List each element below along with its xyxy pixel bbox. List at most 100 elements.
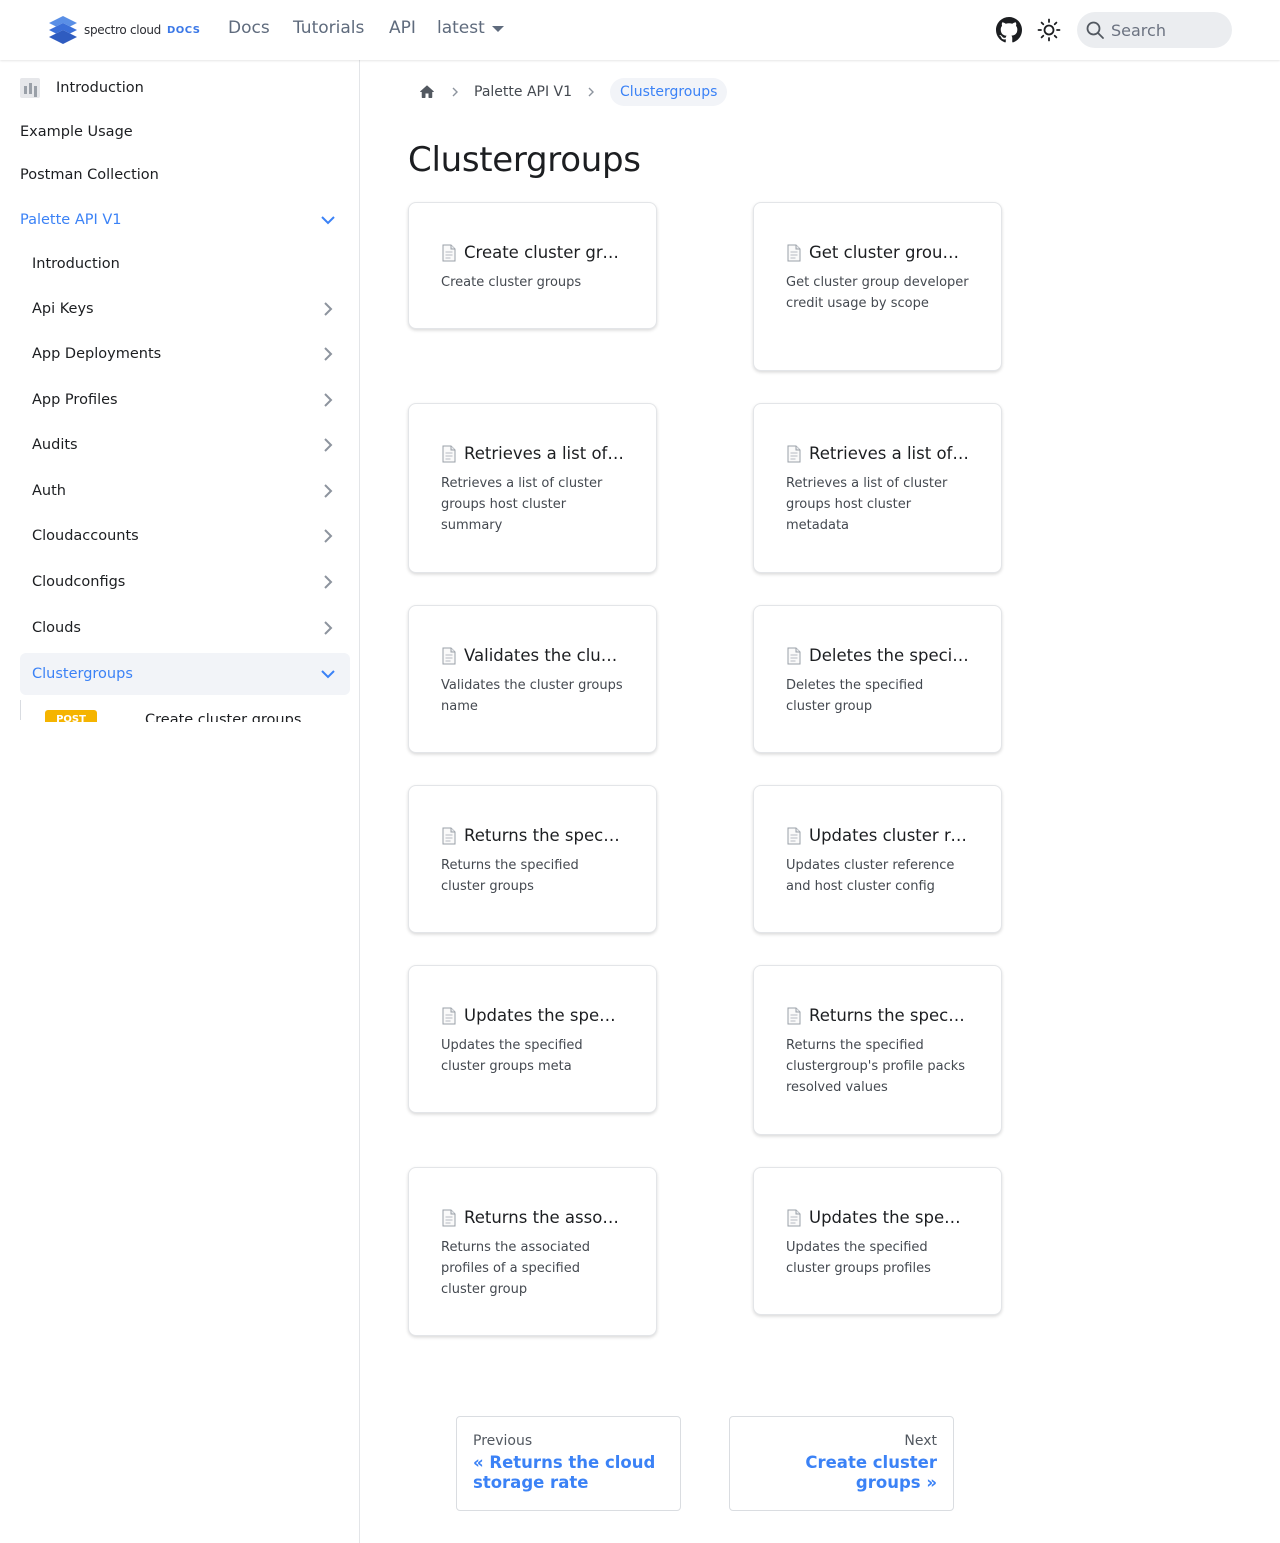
doc-card-title: Create cluster groups <box>441 243 624 262</box>
doc-card[interactable]: Returns the specified cluster groups Retu… <box>408 785 657 933</box>
doc-card-title-text: Retrieves a list of cluster groups host … <box>464 444 624 463</box>
doc-card-description: Retrieves a list of cluster groups host … <box>441 476 603 533</box>
chevron-down-icon[interactable] <box>320 212 336 228</box>
chevron-right-icon[interactable] <box>320 574 336 590</box>
doc-card[interactable]: Retrieves a list of cluster groups host … <box>408 403 657 573</box>
version-label: latest <box>437 18 485 38</box>
nav-docs-link[interactable]: Docs <box>228 18 270 38</box>
document-icon <box>442 445 456 462</box>
doc-card-description: Updates the specified cluster groups pro… <box>786 1240 931 1276</box>
document-icon <box>787 244 801 261</box>
document-icon <box>442 827 456 844</box>
chevron-right-icon <box>588 87 595 97</box>
doc-card[interactable]: Updates the specified cluster groups pro… <box>753 1167 1002 1315</box>
sidebar-item-app-deployments[interactable]: App Deployments <box>20 334 350 374</box>
pagination-next-sublabel: Next <box>904 1433 937 1449</box>
doc-card-title-text: Returns the specified cluster groups <box>464 826 624 845</box>
nav-tutorials-link[interactable]: Tutorials <box>293 18 364 38</box>
doc-card[interactable]: Get cluster group developer credit usage… <box>753 202 1002 371</box>
doc-card[interactable]: Deletes the specified cluster group Delet… <box>753 605 1002 753</box>
brand-logo-link[interactable]: spectro cloud DOCS <box>47 15 201 45</box>
chevron-right-icon[interactable] <box>320 620 336 636</box>
doc-card-description: Returns the specified clustergroup's pro… <box>786 1038 966 1095</box>
sidebar-item-label: Clouds <box>32 620 81 636</box>
doc-card[interactable]: Returns the associated profiles of a spe… <box>408 1167 657 1336</box>
doc-card-title-text: Updates the specified cluster groups pro… <box>809 1208 969 1227</box>
pagination-previous-sublabel: Previous <box>473 1433 533 1449</box>
doc-card-title-text: Validates the cluster groups name <box>464 646 624 665</box>
version-dropdown[interactable]: latest <box>437 18 504 38</box>
chevron-right-icon[interactable] <box>320 437 336 453</box>
chevron-right-icon[interactable] <box>320 346 336 362</box>
github-icon[interactable] <box>996 17 1022 43</box>
pagination-next-label: Create cluster groups » <box>805 1453 937 1492</box>
doc-card-title: Updates the specified cluster groups pro… <box>786 1208 969 1227</box>
sidebar-item-label: Create cluster groups <box>145 712 302 722</box>
doc-card-title: Returns the specified clustergroup's pro… <box>786 1006 969 1025</box>
sidebar-item-palette-api-v1[interactable]: Palette API V1 <box>20 200 350 240</box>
pagination-next[interactable]: Next Create cluster groups » <box>729 1416 954 1511</box>
caret-down-icon <box>491 26 504 32</box>
sidebar-item-audits[interactable]: Audits <box>20 425 350 465</box>
sidebar-item-app-profiles[interactable]: App Profiles <box>20 380 350 420</box>
doc-card[interactable]: Create cluster groups Create cluster grou… <box>408 202 657 329</box>
sidebar-item-label: Example Usage <box>20 124 133 140</box>
sidebar-item-label: Palette API V1 <box>20 212 122 228</box>
document-icon <box>787 827 801 844</box>
doc-card[interactable]: Retrieves a list of cluster groups host … <box>753 403 1002 573</box>
doc-card-title-text: Returns the specified clustergroup's pro… <box>809 1006 969 1025</box>
theme-toggle-sun-icon[interactable] <box>1037 18 1061 42</box>
nav-api-link[interactable]: API <box>389 18 416 38</box>
sidebar-item-label: Postman Collection <box>20 167 159 183</box>
document-icon <box>787 445 801 462</box>
sidebar-item-cloudconfigs[interactable]: Cloudconfigs <box>20 562 350 602</box>
sidebar-item-label: Introduction <box>56 80 144 96</box>
document-icon <box>442 244 456 261</box>
chevron-right-icon[interactable] <box>320 528 336 544</box>
sidebar-item-clustergroups[interactable]: Clustergroups <box>20 653 350 695</box>
doc-card-description: Updates the specified cluster groups met… <box>441 1038 583 1074</box>
chevron-right-icon[interactable] <box>320 301 336 317</box>
doc-card-description: Retrieves a list of cluster groups host … <box>786 476 948 533</box>
sidebar-item-api-keys[interactable]: Api Keys <box>20 289 350 329</box>
chevron-right-icon[interactable] <box>320 483 336 499</box>
doc-card-description: Updates cluster reference and host clust… <box>786 858 955 894</box>
doc-card-title-text: Returns the associated profiles of a spe… <box>464 1208 624 1227</box>
sidebar-item-cloudaccounts[interactable]: Cloudaccounts <box>20 516 350 556</box>
sidebar-item-clouds[interactable]: Clouds <box>20 608 350 648</box>
doc-card-description: Returns the associated profiles of a spe… <box>441 1240 591 1297</box>
sidebar-item-auth[interactable]: Auth <box>20 471 350 511</box>
chevron-right-icon <box>452 87 458 97</box>
pagination-previous[interactable]: Previous « Returns the cloud storage rat… <box>456 1416 681 1511</box>
sidebar-item-label: Auth <box>32 483 66 499</box>
sidebar-item-introduction-v1[interactable]: Introduction <box>20 244 350 284</box>
doc-card[interactable]: Returns the specified clustergroup's pro… <box>753 965 1002 1135</box>
breadcrumb-item-palette-api-v1[interactable]: Palette API V1 <box>474 84 572 100</box>
doc-card[interactable]: Updates cluster reference and host clust… <box>753 785 1002 933</box>
doc-card[interactable]: Validates the cluster groups name Validat… <box>408 605 657 753</box>
sidebar-item-example-usage[interactable]: Example Usage <box>20 112 350 152</box>
doc-card-title: Get cluster group developer credit usage… <box>786 243 969 262</box>
document-icon <box>442 647 456 664</box>
search-box[interactable] <box>1077 12 1232 48</box>
doc-card-title-text: Retrieves a list of cluster groups host … <box>809 444 969 463</box>
chevron-right-icon[interactable] <box>320 392 336 408</box>
doc-card[interactable]: Updates the specified cluster groups met… <box>408 965 657 1113</box>
sidebar-item-create-cluster-groups[interactable]: POST Create cluster groups <box>45 710 345 722</box>
sidebar-item-label: Cloudconfigs <box>32 574 126 590</box>
document-icon <box>787 647 801 664</box>
home-icon[interactable] <box>418 83 436 101</box>
page-title: Clustergroups <box>408 140 641 180</box>
sidebar-item-postman-collection[interactable]: Postman Collection <box>20 155 350 195</box>
sidebar-item-introduction[interactable]: Introduction <box>20 68 350 108</box>
breadcrumb-item-current: Clustergroups <box>610 78 728 106</box>
search-icon <box>1086 21 1104 39</box>
doc-card-title-text: Deletes the specified cluster group <box>809 646 969 665</box>
document-icon <box>442 1007 456 1024</box>
doc-card-title: Updates cluster reference and host clust… <box>786 826 969 845</box>
search-input[interactable] <box>1111 20 1221 40</box>
chart-icon <box>20 78 40 98</box>
document-icon <box>787 1209 801 1226</box>
sidebar-item-label: Audits <box>32 437 78 453</box>
chevron-down-icon[interactable] <box>320 666 336 682</box>
